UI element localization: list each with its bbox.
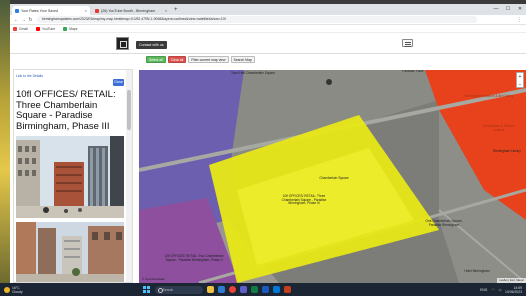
back-icon[interactable]: ←: [13, 17, 20, 23]
map-label: Hotel Birmingham: [464, 269, 490, 273]
new-tab-button[interactable]: +: [174, 6, 178, 15]
map-label: Town Hall Chamberlain Square: [231, 71, 275, 75]
map-label: Birmingham Library: [493, 149, 521, 153]
map-label: Birmingham Museum & Art Gallery: [464, 94, 514, 98]
browser-menu-icon[interactable]: ⋮: [517, 17, 522, 23]
map-label: Chamberlain Square: [319, 176, 349, 180]
wifi-icon[interactable]: ◠: [491, 288, 494, 292]
chrome-icon[interactable]: [228, 286, 236, 293]
search-map-button[interactable]: Search Map: [230, 56, 255, 63]
select-all-button[interactable]: Select all: [146, 56, 166, 63]
map-label: Birmingham & Midland Institute: [482, 124, 516, 132]
clock[interactable]: 14:59 10/06/2023: [505, 286, 522, 294]
details-link[interactable]: Link to the Details: [16, 74, 43, 78]
youtube-icon: [35, 26, 40, 31]
outlook-icon[interactable]: [272, 286, 280, 293]
url-input[interactable]: birminghamupdates.com/2023/03/map/my-map…: [37, 16, 477, 23]
reload-icon[interactable]: ↻: [27, 17, 34, 23]
powerpoint-icon[interactable]: [283, 286, 291, 293]
contact-button[interactable]: Contact with us: [136, 41, 167, 49]
taskbar: 16°C Cloudy Search ENG ◠ ◁ 14:59 10/06/20…: [0, 283, 526, 296]
file-explorer-icon[interactable]: [206, 286, 214, 293]
map-label: 10fl OFFICES/ RETAIL: Three Chamberlain …: [281, 194, 327, 206]
bookmark-gmail[interactable]: Gmail: [13, 26, 28, 31]
start-icon[interactable]: [142, 286, 150, 293]
weather-widget[interactable]: 16°C Cloudy: [4, 286, 23, 294]
bookmark-youtube[interactable]: YouTube: [35, 26, 55, 31]
word-icon[interactable]: [261, 286, 269, 293]
tab-youtube[interactable]: (26) YouTube Booth - Birmingham ×: [92, 6, 170, 15]
map-label: Paradise Place: [402, 70, 424, 73]
filter-view-button[interactable]: Filter current map view: [188, 56, 229, 63]
maps-icon: [63, 26, 68, 31]
desktop: Your Rates Your Saved × (26) YouTube Boo…: [0, 0, 526, 296]
system-tray: ENG ◠ ◁ 14:59 10/06/2023: [480, 286, 522, 294]
close-tab-icon[interactable]: ×: [165, 8, 167, 13]
weather-icon: [4, 286, 10, 293]
tab-label: Your Rates Your Saved: [21, 8, 59, 13]
project-street-image: [16, 222, 124, 282]
map-toolbar: Select all Clear all Filter current map …: [146, 56, 255, 63]
zoom-in-button[interactable]: +: [517, 73, 523, 81]
site-header: Contact with us: [10, 33, 526, 54]
close-tab-icon[interactable]: ×: [85, 8, 87, 13]
maximize-icon[interactable]: ☐: [502, 4, 514, 15]
bookmark-maps[interactable]: Maps: [63, 26, 77, 31]
weather-desc: Cloudy: [12, 289, 23, 294]
zoom-out-button[interactable]: −: [517, 81, 523, 89]
tab-label: (26) YouTube Booth - Birmingham: [101, 8, 156, 13]
project-title: 10fl OFFICES/ RETAIL: Three Chamberlain …: [16, 89, 116, 132]
map-credit: © OpenStreetMap: [142, 277, 165, 281]
wallpaper: [0, 0, 10, 283]
window-controls: — ☐ ✕: [490, 4, 526, 15]
forward-icon[interactable]: →: [20, 17, 27, 23]
address-bar: ← → ↻ birminghamupdates.com/2023/03/map/…: [10, 15, 526, 25]
web-page: Contact with us Select all Clear all Fil…: [10, 33, 526, 283]
gmail-icon: [13, 26, 17, 31]
map-label: 12fl OFFICES/ RETAIL: Two Chamberlain Sq…: [164, 254, 224, 262]
site-logo[interactable]: [116, 37, 129, 50]
tab-active[interactable]: Your Rates Your Saved ×: [12, 6, 90, 15]
panel-scrollbar[interactable]: [126, 70, 132, 282]
details-panel: Link to the Details Close 10fl OFFICES/ …: [13, 69, 133, 283]
close-window-icon[interactable]: ✕: [514, 4, 526, 15]
language-indicator[interactable]: ENG: [480, 288, 487, 292]
zoom-control: + −: [516, 72, 524, 88]
map-view[interactable]: Town Hall Chamberlain Square Paradise Pl…: [139, 70, 526, 283]
tab-bar: Your Rates Your Saved × (26) YouTube Boo…: [10, 4, 526, 15]
edge-icon[interactable]: [217, 286, 225, 293]
excel-icon[interactable]: [250, 286, 258, 293]
taskbar-search[interactable]: Search: [154, 285, 203, 294]
browser-window: Your Rates Your Saved × (26) YouTube Boo…: [10, 4, 526, 283]
hamburger-menu-icon[interactable]: [402, 39, 413, 47]
close-panel-button[interactable]: Close: [113, 79, 124, 86]
bookmarks-bar: Gmail YouTube Maps: [10, 25, 526, 33]
project-render-image: [16, 136, 124, 218]
teams-icon[interactable]: [239, 286, 247, 293]
clear-all-button[interactable]: Clear all: [167, 56, 187, 63]
favicon-icon: [15, 8, 19, 13]
youtube-favicon-icon: [95, 8, 99, 13]
minimize-icon[interactable]: —: [490, 4, 502, 15]
map-label: One Chamberlain Square, Paradise Birming…: [425, 219, 463, 227]
volume-icon[interactable]: ◁: [498, 288, 501, 292]
